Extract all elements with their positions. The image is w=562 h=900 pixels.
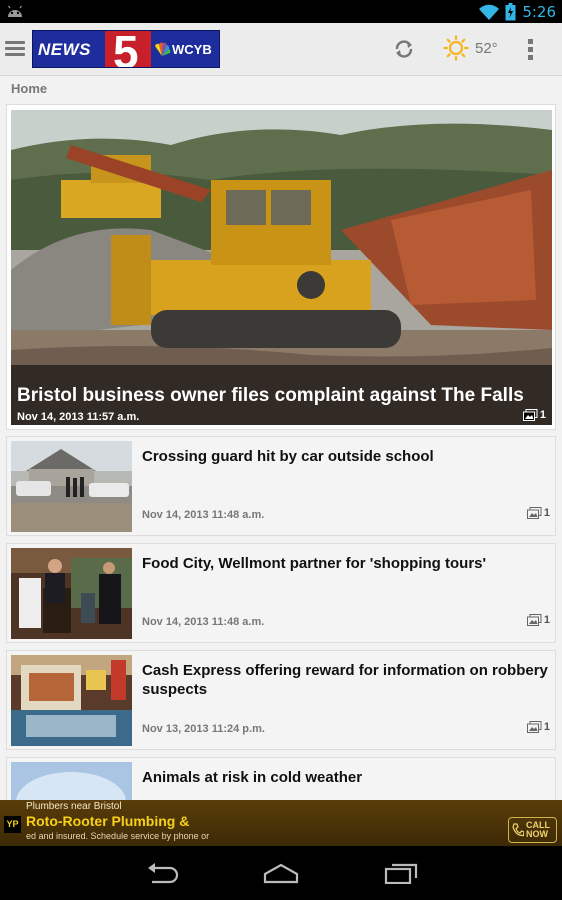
ad-banner[interactable]: Plumbers near Bristol YP Roto-Rooter Plu… <box>0 800 562 846</box>
article-thumbnail <box>11 441 132 532</box>
article-card[interactable]: Food City, Wellmont partner for 'shoppin… <box>6 543 556 643</box>
article-date: Nov 14, 2013 11:48 a.m. <box>142 616 265 628</box>
wifi-icon <box>479 4 500 20</box>
logo-station: WCYB <box>172 42 212 57</box>
yp-logo: YP <box>4 816 21 833</box>
photo-gallery-icon <box>526 507 542 519</box>
battery-charging-icon <box>505 3 516 21</box>
article-card[interactable]: Crossing guard hit by car outside school… <box>6 436 556 536</box>
featured-title[interactable]: Bristol business owner files complaint a… <box>17 385 524 407</box>
featured-story[interactable]: Bristol business owner files complaint a… <box>6 104 556 430</box>
article-thumbnail <box>11 548 132 639</box>
article-title[interactable]: Animals at risk in cold weather <box>142 768 552 787</box>
featured-date: Nov 14, 2013 11:57 a.m. <box>17 411 140 423</box>
logo-news-text: NEWS <box>38 40 91 59</box>
featured-photo-count: 1 <box>522 409 546 421</box>
back-icon[interactable] <box>144 862 180 884</box>
article-thumbnail <box>11 762 132 800</box>
photo-gallery-icon <box>526 721 542 733</box>
ad-subtitle: Plumbers near Bristol <box>26 801 122 812</box>
breadcrumb: Home <box>11 81 48 96</box>
sun-icon <box>443 35 469 61</box>
overflow-icon[interactable] <box>528 39 534 61</box>
recent-apps-icon[interactable] <box>383 862 419 884</box>
article-date: Nov 13, 2013 11:24 p.m. <box>142 723 265 735</box>
refresh-icon[interactable] <box>393 38 415 60</box>
ad-headline[interactable]: Roto-Rooter Plumbing & <box>26 813 189 829</box>
article-thumbnail <box>11 655 132 746</box>
action-bar: NEWS 5 WCYB 52° <box>0 23 562 76</box>
call-now-button[interactable]: CALL NOW <box>508 817 557 843</box>
status-bar: 5:26 <box>0 0 562 23</box>
article-photo-count: 1 <box>526 614 550 626</box>
article-date: Nov 14, 2013 11:48 a.m. <box>142 509 265 521</box>
photo-gallery-icon <box>526 614 542 626</box>
article-title[interactable]: Cash Express offering reward for informa… <box>142 661 552 699</box>
logo-channel-number: 5 <box>113 30 139 68</box>
news-feed[interactable]: Home Bristol business owner files compla… <box>0 76 562 800</box>
nbc-peacock-icon <box>155 42 171 56</box>
app-logo[interactable]: NEWS 5 WCYB <box>32 30 220 68</box>
phone-icon <box>512 823 524 837</box>
featured-photo: Bristol business owner files complaint a… <box>11 110 552 425</box>
article-card[interactable]: Animals at risk in cold weather <box>6 757 556 800</box>
article-title[interactable]: Crossing guard hit by car outside school <box>142 447 552 466</box>
temperature: 52° <box>475 39 498 57</box>
article-title[interactable]: Food City, Wellmont partner for 'shoppin… <box>142 554 552 573</box>
android-icon <box>8 5 22 17</box>
clock-time: 5:26 <box>522 3 556 21</box>
photo-gallery-icon <box>522 409 538 421</box>
menu-icon[interactable] <box>5 41 25 57</box>
weather-widget[interactable]: 52° <box>443 35 498 61</box>
article-photo-count: 1 <box>526 507 550 519</box>
ad-description: ed and insured. Schedule service by phon… <box>26 831 210 841</box>
article-photo-count: 1 <box>526 721 550 733</box>
article-card[interactable]: Cash Express offering reward for informa… <box>6 650 556 750</box>
home-icon[interactable] <box>263 862 299 884</box>
system-nav-bar <box>0 846 562 900</box>
